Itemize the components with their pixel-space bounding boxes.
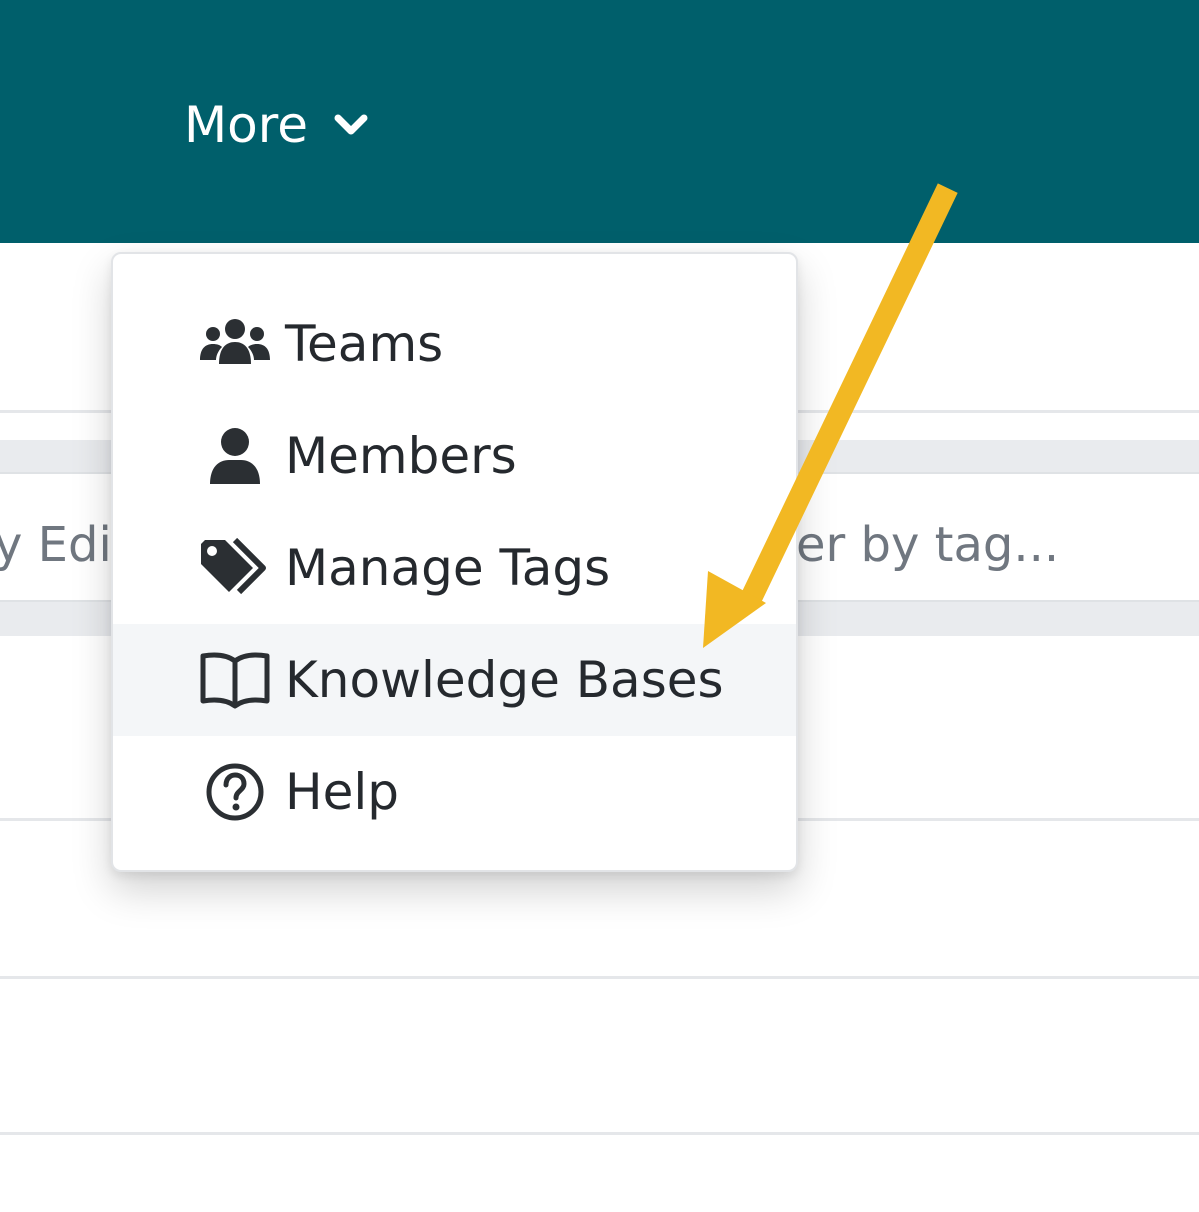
menu-item-label: Knowledge Bases [285, 651, 724, 709]
tags-icon [199, 532, 271, 604]
menu-item-label: Manage Tags [285, 539, 611, 597]
menu-item-label: Members [285, 427, 517, 485]
edited-filter-text[interactable]: y Edi [0, 510, 112, 580]
menu-item-teams[interactable]: Teams [113, 288, 796, 400]
table-row-divider [0, 1132, 1199, 1135]
table-row-divider [0, 976, 1199, 979]
question-circle-icon [199, 756, 271, 828]
menu-item-members[interactable]: Members [113, 400, 796, 512]
menu-item-help[interactable]: Help [113, 736, 796, 848]
top-nav-bar: More [0, 0, 1199, 243]
users-icon [199, 308, 271, 380]
tag-filter-input[interactable]: er by tag... [796, 510, 1059, 580]
more-menu-toggle[interactable]: More [184, 92, 368, 158]
more-dropdown-menu: Teams Members Manage Tags Knowledge Base… [111, 252, 798, 872]
menu-item-label: Help [285, 763, 399, 821]
book-open-icon [199, 644, 271, 716]
menu-item-knowledge-bases[interactable]: Knowledge Bases [113, 624, 796, 736]
user-icon [199, 420, 271, 492]
more-label: More [184, 96, 308, 154]
chevron-down-icon [334, 113, 368, 137]
menu-item-manage-tags[interactable]: Manage Tags [113, 512, 796, 624]
menu-item-label: Teams [285, 315, 444, 373]
